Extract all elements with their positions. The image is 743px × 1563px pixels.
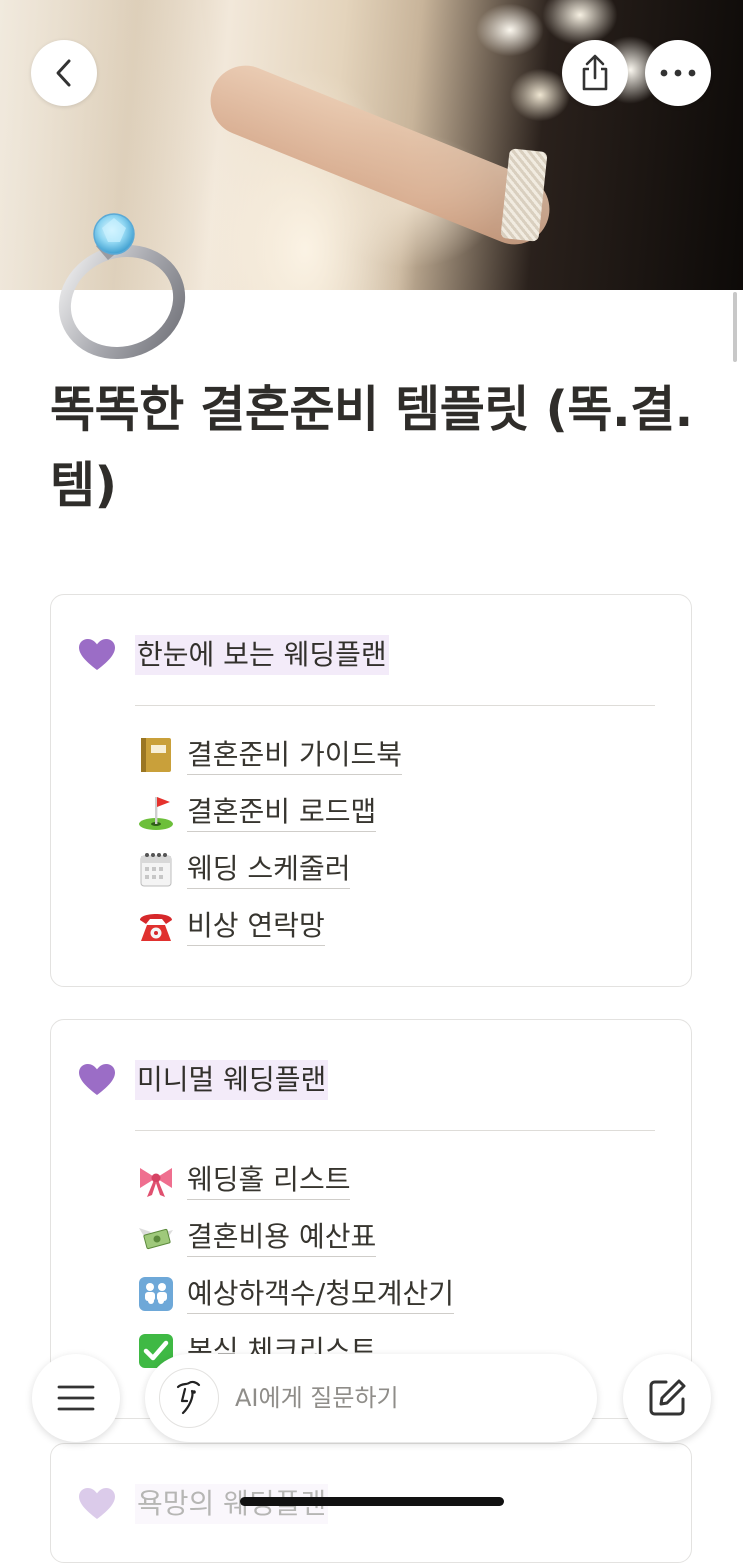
money-with-wings-icon [139,1228,173,1250]
chevron-left-icon [56,59,71,87]
compose-icon [649,1379,686,1416]
page-link-guest-calculator[interactable]: 예상하객수/청모계산기 [137,1271,455,1317]
share-icon [582,54,608,91]
divider [135,1130,655,1131]
family-icon [139,1277,173,1311]
page-link-budget[interactable]: 결혼비용 예산표 [137,1214,377,1260]
more-horizontal-icon [660,69,696,77]
page-link-label: 웨딩홀 리스트 [187,1161,351,1200]
page-link-label: 결혼준비 가이드북 [187,736,402,775]
section-heading[interactable]: 미니멀 웨딩플랜 [135,1060,329,1100]
ai-ask-bar[interactable]: AI에게 질문하기 [145,1354,597,1442]
page-link-roadmap[interactable]: 결혼준비 로드맵 [137,789,377,835]
menu-button[interactable] [32,1354,120,1442]
more-button[interactable] [645,40,711,106]
section-card: 한눈에 보는 웨딩플랜 결혼준비 가이드북 결혼준비 로드맵 웨딩 스케줄러 비… [50,594,692,987]
section-heading[interactable]: 한눈에 보는 웨딩플랜 [135,635,389,675]
page-link-wedding-halls[interactable]: 웨딩홀 리스트 [137,1157,351,1203]
hamburger-icon [57,1385,95,1411]
page-link-label: 웨딩 스케줄러 [187,850,351,889]
purple-heart-icon [79,639,115,670]
share-button[interactable] [562,40,628,106]
divider [135,705,655,706]
flag-in-hole-icon [139,797,173,830]
ring-icon[interactable] [50,210,192,360]
back-button[interactable] [31,40,97,106]
telephone-icon [140,914,172,941]
ledger-icon [141,738,171,772]
page-link-label: 결혼비용 예산표 [187,1218,377,1257]
page-link-contacts[interactable]: 비상 연락망 [137,903,325,949]
page-link-label: 예상하객수/청모계산기 [187,1275,455,1314]
page-link-guidebook[interactable]: 결혼준비 가이드북 [137,732,402,778]
ribbon-icon [140,1168,172,1197]
page-link-scheduler[interactable]: 웨딩 스케줄러 [137,846,351,892]
scrollbar[interactable] [733,292,737,362]
ai-ask-placeholder: AI에게 질문하기 [235,1384,399,1412]
notion-ai-face-icon [159,1368,219,1428]
page-title[interactable]: 똑똑한 결혼준비 템플릿 (똑.결.템) [50,372,710,524]
page-link-label: 비상 연락망 [187,907,325,946]
purple-heart-icon [79,1064,115,1095]
page-link-label: 결혼준비 로드맵 [187,793,377,832]
home-indicator[interactable] [240,1497,504,1506]
compose-button[interactable] [623,1354,711,1442]
spiral-calendar-icon [140,853,172,887]
purple-heart-icon [79,1488,115,1519]
